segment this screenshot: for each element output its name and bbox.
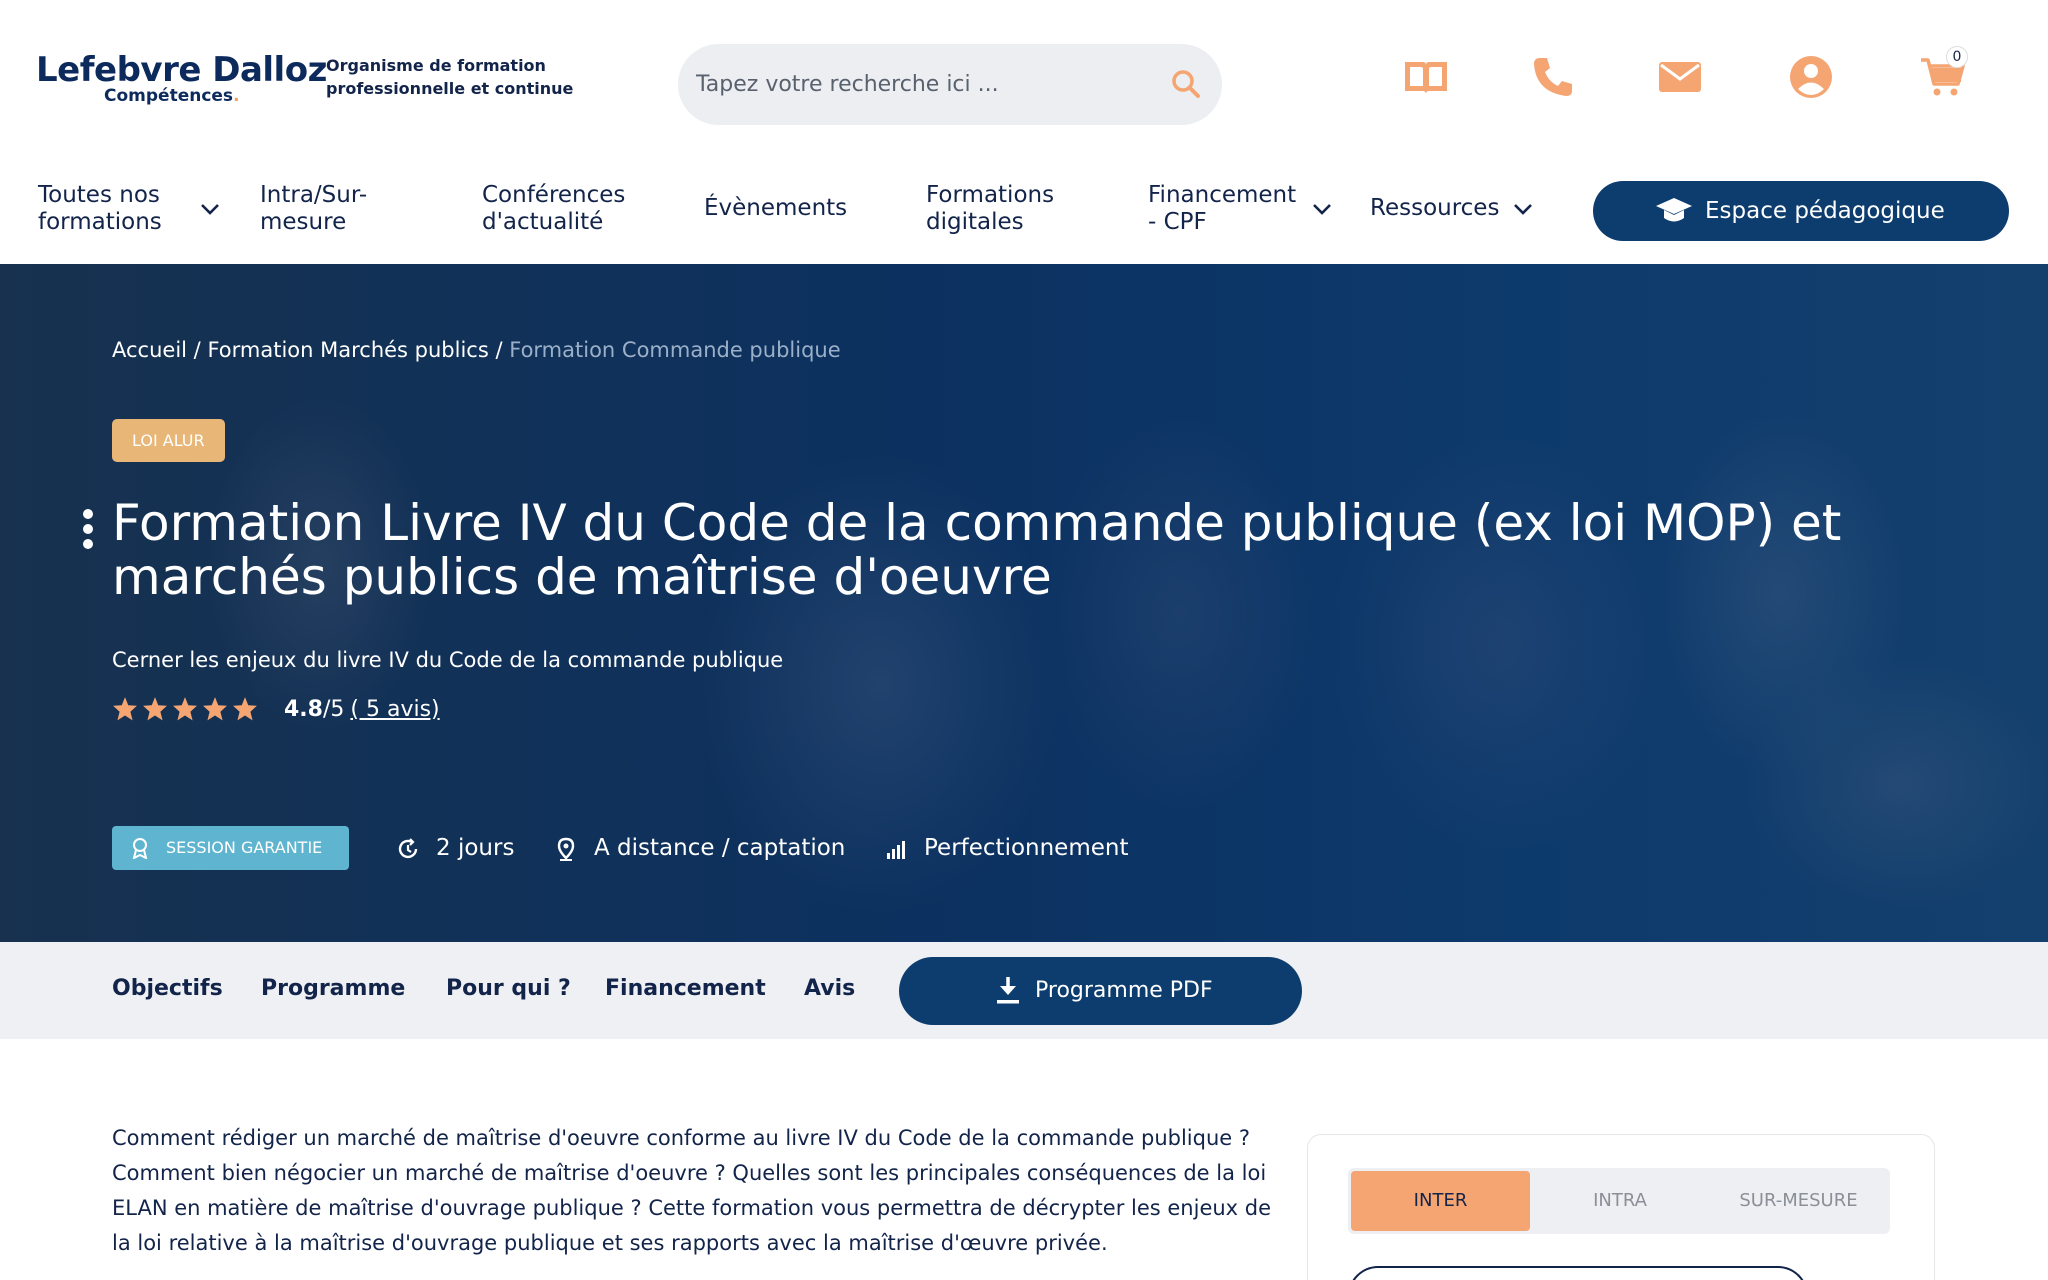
clock-icon — [398, 838, 418, 859]
nav-conferences[interactable]: Conférences d'actualité — [482, 182, 652, 236]
location-pin-icon — [557, 837, 575, 861]
search-input[interactable] — [696, 60, 1146, 108]
level-info: Perfectionnement — [884, 828, 1128, 868]
page-subtitle: Cerner les enjeux du livre IV du Code de… — [112, 648, 784, 672]
duration-info: 2 jours — [396, 828, 514, 868]
reviews-link[interactable]: ( 5 avis) — [350, 697, 439, 722]
rating: 4.8/5 ( 5 avis) — [112, 694, 440, 724]
format-segmented-control: INTER INTRA SUR-MESURE — [1348, 1168, 1890, 1234]
section-tabs: Objectifs Programme Pour qui ? Financeme… — [0, 942, 2048, 1039]
date-selector[interactable] — [1348, 1266, 1808, 1280]
format-selector-card: INTER INTRA SUR-MESURE — [1307, 1134, 1935, 1280]
espace-pedagogique-label: Espace pédagogique — [1705, 198, 1945, 224]
chevron-down-icon[interactable] — [1311, 202, 1333, 216]
logo-main-text: Lefebvre Dalloz — [36, 50, 327, 90]
format-option-intra[interactable]: INTRA — [1530, 1171, 1710, 1231]
star-icon — [173, 697, 197, 721]
format-option-sur-mesure[interactable]: SUR-MESURE — [1710, 1171, 1887, 1231]
breadcrumb-marches-publics[interactable]: Formation Marchés publics — [207, 338, 488, 362]
tab-programme[interactable]: Programme — [261, 976, 405, 1001]
programme-pdf-button[interactable]: Programme PDF — [899, 957, 1302, 1025]
search-icon[interactable] — [1168, 66, 1204, 102]
cart-count-badge: 0 — [1946, 46, 1968, 68]
nav-toutes-nos-formations[interactable]: Toutes nos formations — [38, 182, 188, 236]
espace-pedagogique-button[interactable]: Espace pédagogique — [1593, 181, 2009, 241]
user-icon[interactable] — [1786, 52, 1836, 102]
nav-intra-sur-mesure[interactable]: Intra/Sur-mesure — [260, 182, 400, 236]
tab-pour-qui[interactable]: Pour qui ? — [446, 976, 571, 1001]
more-options-icon[interactable] — [82, 508, 94, 550]
site-header: Lefebvre Dalloz Compétences. Organisme d… — [0, 0, 2048, 264]
breadcrumb-home[interactable]: Accueil — [112, 338, 187, 362]
tab-objectifs[interactable]: Objectifs — [112, 976, 223, 1001]
location-info: A distance / captation — [554, 828, 845, 868]
session-garantie-label: SESSION GARANTIE — [166, 838, 323, 857]
medal-icon — [132, 838, 148, 859]
intro-paragraph: Comment rédiger un marché de maîtrise d'… — [112, 1126, 1272, 1255]
nav-ressources[interactable]: Ressources — [1370, 195, 1520, 222]
mail-icon[interactable] — [1655, 52, 1705, 102]
tab-financement[interactable]: Financement — [605, 976, 766, 1001]
level-label: Perfectionnement — [924, 835, 1129, 861]
session-garantie-badge: SESSION GARANTIE — [112, 826, 349, 870]
breadcrumb-current: Formation Commande publique — [509, 338, 841, 362]
book-icon[interactable] — [1401, 52, 1451, 102]
chevron-down-icon[interactable] — [1512, 202, 1534, 216]
hero-banner: Accueil / Formation Marchés publics / Fo… — [0, 264, 2048, 942]
rating-score: 4.8/5 — [284, 696, 345, 722]
duration-label: 2 jours — [436, 835, 515, 861]
nav-financement-cpf[interactable]: Financement - CPF — [1148, 182, 1308, 236]
star-icon — [233, 697, 257, 721]
phone-icon[interactable] — [1528, 52, 1578, 102]
star-icon — [143, 697, 167, 721]
nav-evenements[interactable]: Évènements — [704, 195, 864, 222]
search-bar — [678, 44, 1222, 125]
graduation-cap-icon — [1656, 198, 1692, 222]
page-title: Formation Livre IV du Code de la command… — [112, 494, 1842, 606]
nav-formations-digitales[interactable]: Formations digitales — [926, 182, 1076, 236]
star-icon — [203, 697, 227, 721]
star-icon — [113, 697, 137, 721]
location-label: A distance / captation — [594, 835, 846, 861]
org-tagline: Organisme de formation professionnelle e… — [326, 56, 574, 98]
tab-avis[interactable]: Avis — [804, 976, 855, 1001]
chevron-down-icon[interactable] — [199, 202, 221, 216]
logo-sub-text: Compétences. — [104, 86, 240, 106]
breadcrumb: Accueil / Formation Marchés publics / Fo… — [112, 338, 841, 362]
programme-pdf-label: Programme PDF — [1035, 978, 1213, 1003]
format-option-inter[interactable]: INTER — [1351, 1171, 1530, 1231]
logo[interactable]: Lefebvre Dalloz Compétences. — [36, 50, 327, 106]
loi-alur-badge: LOI ALUR — [112, 419, 225, 462]
signal-bars-icon — [887, 841, 905, 859]
download-icon — [997, 977, 1019, 1004]
